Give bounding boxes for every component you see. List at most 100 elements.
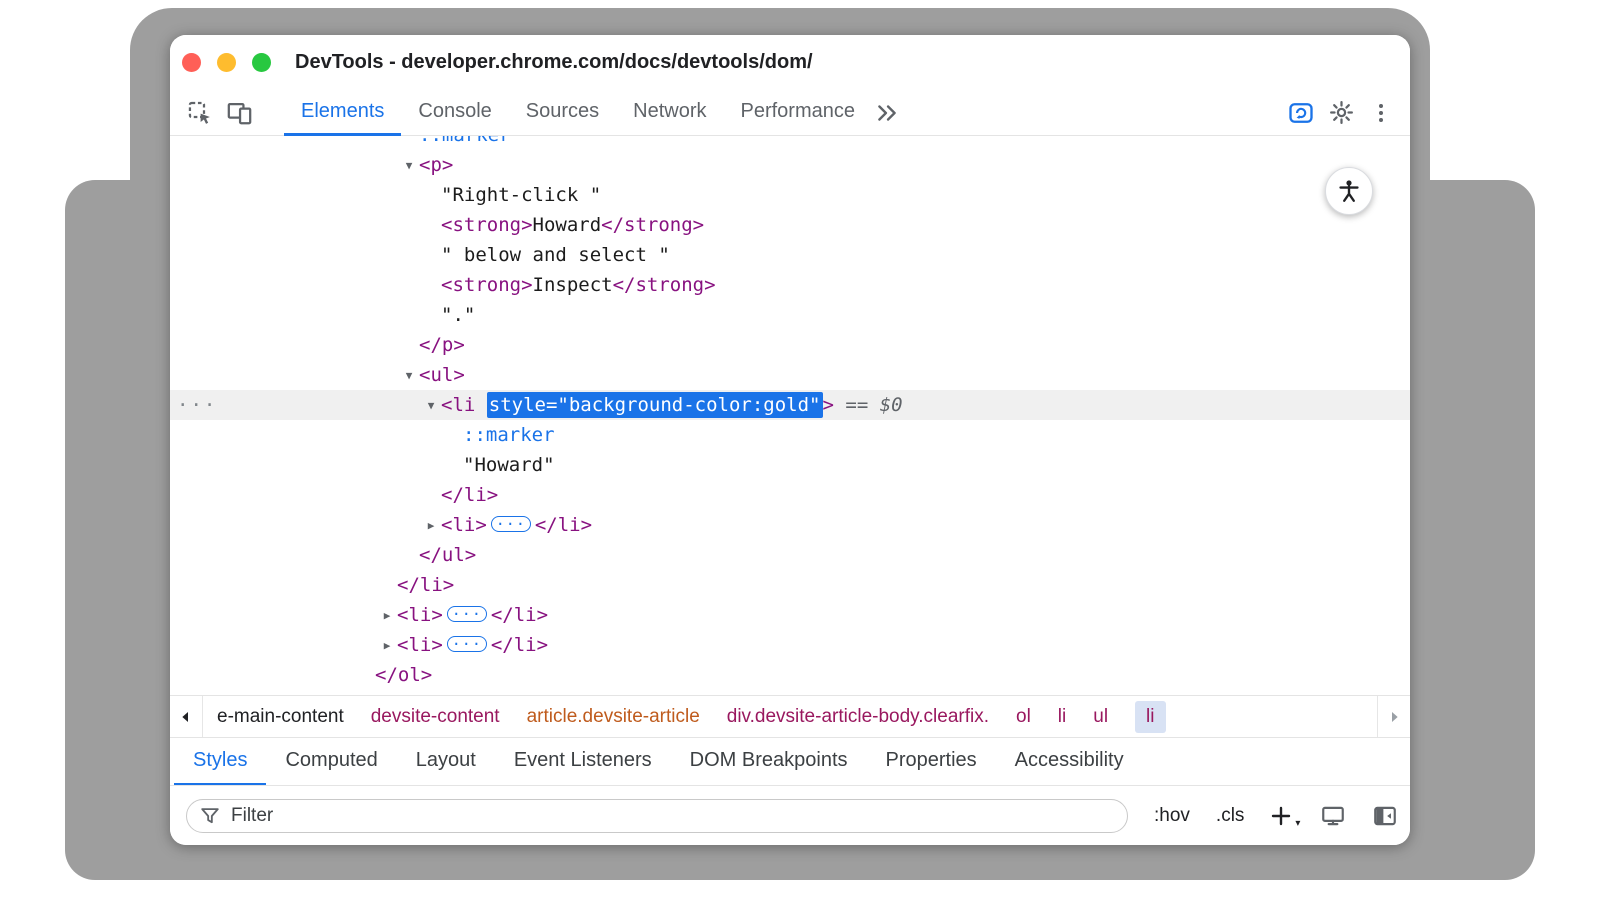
dom-tree-line[interactable]: " below and select "	[170, 240, 1410, 270]
tab-dom-breakpoints[interactable]: DOM Breakpoints	[671, 738, 867, 786]
pseudo-element-node: ::marker	[463, 424, 555, 446]
tab-layout[interactable]: Layout	[397, 738, 495, 786]
dom-tree[interactable]: ::marker▼<p>"Right-click "<strong>Howard…	[170, 136, 1410, 695]
dom-tree-line[interactable]: </li>	[170, 480, 1410, 510]
code-segment: </ol>	[375, 664, 432, 686]
window-title: DevTools - developer.chrome.com/docs/dev…	[295, 35, 813, 90]
code-segment: <strong>	[441, 274, 533, 296]
dom-tree-line[interactable]: <strong>Inspect</strong>	[170, 270, 1410, 300]
accessibility-float-button[interactable]	[1325, 167, 1373, 215]
code-segment: </p>	[419, 334, 465, 356]
inline-expand-button[interactable]: ···	[491, 516, 531, 532]
breadcrumb-item-li[interactable]: li	[1135, 701, 1165, 733]
pseudo-element-node: ::marker	[419, 136, 511, 146]
breadcrumb-scroll-left-button[interactable]	[170, 696, 203, 737]
code-segment: "Howard"	[463, 454, 555, 476]
devtools-toolbar: ElementsConsoleSourcesNetworkPerformance	[170, 90, 1410, 136]
monitor-icon	[1320, 803, 1346, 829]
toggle-class-button[interactable]: .cls	[1216, 805, 1245, 827]
devtools-panel-tabs: ElementsConsoleSourcesNetworkPerformance	[284, 90, 872, 136]
inline-expand-button[interactable]: ···	[447, 636, 487, 652]
dom-tree-line[interactable]: </ol>	[170, 660, 1410, 690]
tab-properties[interactable]: Properties	[867, 738, 996, 786]
dom-tree-line[interactable]: ▶<li>···</li>	[170, 510, 1410, 540]
new-style-rule-button[interactable]: ▾	[1266, 801, 1296, 831]
styles-filter-field[interactable]	[186, 799, 1128, 833]
code-segment: <li>	[397, 634, 443, 656]
devtools-window: DevTools - developer.chrome.com/docs/dev…	[170, 35, 1410, 845]
code-segment: ==	[834, 394, 880, 416]
row-actions-dots-icon[interactable]: ···	[177, 390, 217, 420]
dom-tree-line[interactable]: </li>	[170, 570, 1410, 600]
tab-sources[interactable]: Sources	[509, 90, 616, 136]
breadcrumb-item-article.devsite-article[interactable]: article.devsite-article	[527, 706, 700, 728]
screencast-icon[interactable]	[1286, 98, 1316, 128]
tab-console[interactable]: Console	[401, 90, 508, 136]
breadcrumb-scroll-right-button[interactable]	[1377, 696, 1410, 737]
disclosure-right-icon[interactable]: ▶	[377, 601, 397, 631]
code-segment: Inspect	[533, 274, 613, 296]
dom-tree-line[interactable]: <strong>Howard</strong>	[170, 210, 1410, 240]
disclosure-right-icon[interactable]: ▶	[377, 631, 397, 661]
breadcrumb-item-ol[interactable]: ol	[1016, 706, 1031, 728]
dom-tree-line[interactable]: ···▼<li style="background-color:gold"> =…	[170, 390, 1410, 420]
dom-tree-line[interactable]: "Howard"	[170, 450, 1410, 480]
dom-tree-line[interactable]: ::marker	[170, 420, 1410, 450]
code-segment: <li>	[441, 514, 487, 536]
selected-attribute[interactable]: style="background-color:gold"	[487, 392, 823, 418]
dom-tree-line[interactable]: ▼<p>	[170, 150, 1410, 180]
breadcrumb-item-div.devsite-article-body.clear[interactable]: div.devsite-article-body.clearfix.	[727, 706, 989, 728]
breadcrumb-item-li[interactable]: li	[1058, 706, 1066, 728]
breadcrumb-item-devsite-content[interactable]: devsite-content	[371, 706, 500, 728]
disclosure-right-icon[interactable]: ▶	[421, 511, 441, 541]
tab-accessibility[interactable]: Accessibility	[996, 738, 1143, 786]
tab-network[interactable]: Network	[616, 90, 723, 136]
breadcrumb-item-ul[interactable]: ul	[1093, 706, 1108, 728]
settings-gear-icon[interactable]	[1326, 98, 1356, 128]
chevron-right-icon	[1386, 709, 1402, 725]
dom-tree-line[interactable]: ▼<ul>	[170, 360, 1410, 390]
code-segment: <li>	[397, 604, 443, 626]
code-segment: </li>	[491, 634, 548, 656]
tab-event-listeners[interactable]: Event Listeners	[495, 738, 671, 786]
styles-filter-input[interactable]	[229, 804, 1115, 828]
inline-expand-button[interactable]: ···	[447, 606, 487, 622]
zoom-button[interactable]	[252, 53, 271, 72]
caret-down-icon: ▾	[1295, 818, 1300, 829]
close-button[interactable]	[182, 53, 201, 72]
dom-tree-line[interactable]: </ul>	[170, 540, 1410, 570]
title-bar: DevTools - developer.chrome.com/docs/dev…	[170, 35, 1410, 91]
disclosure-down-icon[interactable]: ▼	[399, 151, 419, 181]
tab-performance[interactable]: Performance	[724, 90, 873, 136]
dom-tree-line[interactable]: ▶<li>···</li>	[170, 600, 1410, 630]
more-tabs-chevron-icon[interactable]	[872, 98, 902, 128]
tab-computed[interactable]: Computed	[266, 738, 396, 786]
code-segment: </li>	[535, 514, 592, 536]
disclosure-down-icon[interactable]: ▼	[399, 361, 419, 391]
dom-tree-line[interactable]: ▶<li>···</li>	[170, 630, 1410, 660]
device-toolbar-icon[interactable]	[224, 98, 254, 128]
tab-styles[interactable]: Styles	[174, 738, 266, 786]
dom-tree-line[interactable]: "."	[170, 300, 1410, 330]
code-segment: </li>	[491, 604, 548, 626]
sidebar-toggle-button[interactable]	[1370, 801, 1400, 831]
code-segment: </strong>	[601, 214, 704, 236]
code-segment: </ul>	[419, 544, 476, 566]
dom-tree-line[interactable]: </p>	[170, 330, 1410, 360]
code-segment: $0	[880, 394, 903, 416]
code-segment: Howard	[533, 214, 602, 236]
code-segment: >	[823, 394, 834, 416]
kebab-menu-icon[interactable]	[1366, 98, 1396, 128]
sidebar-panel-icon	[1372, 803, 1398, 829]
minimize-button[interactable]	[217, 53, 236, 72]
tab-elements[interactable]: Elements	[284, 90, 401, 136]
styles-section-tabs: StylesComputedLayoutEvent ListenersDOM B…	[170, 737, 1410, 785]
inspect-element-icon[interactable]	[184, 98, 214, 128]
breadcrumb-item-e-main-content[interactable]: e-main-content	[217, 706, 344, 728]
rendering-emulation-button[interactable]	[1318, 801, 1348, 831]
dom-tree-line[interactable]: ::marker	[170, 136, 1410, 150]
toggle-element-state-button[interactable]: :hov	[1154, 805, 1190, 827]
code-segment: <p>	[419, 154, 453, 176]
disclosure-down-icon[interactable]: ▼	[421, 391, 441, 421]
dom-tree-line[interactable]: "Right-click "	[170, 180, 1410, 210]
